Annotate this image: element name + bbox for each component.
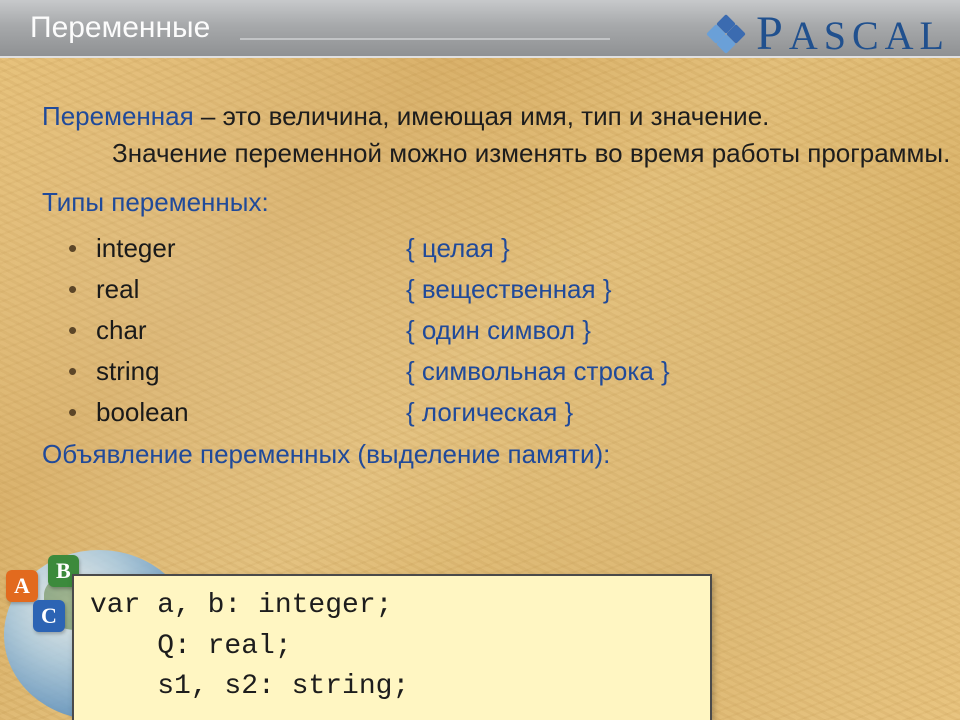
tag-c: C: [33, 600, 65, 632]
types-heading: Типы переменных:: [42, 187, 960, 218]
type-desc: { один символ }: [406, 310, 591, 351]
slide: Переменные PASCAL Переменная – это велич…: [0, 0, 960, 720]
list-item: boolean{ логическая }: [68, 392, 960, 433]
header-divider: [240, 38, 610, 40]
code-line: s1, s2: string;: [90, 671, 409, 702]
type-name: char: [96, 310, 406, 351]
definition-line1: – это величина, имеющая имя, тип и значе…: [194, 101, 770, 131]
definition-paragraph: Переменная – это величина, имеющая имя, …: [42, 100, 960, 169]
list-item: char{ один символ }: [68, 310, 960, 351]
brand: PASCAL: [706, 6, 950, 61]
list-item: real{ вещественная }: [68, 269, 960, 310]
tag-a: A: [6, 570, 38, 602]
types-list: integer{ целая } real{ вещественная } ch…: [68, 228, 960, 433]
type-name: boolean: [96, 392, 406, 433]
list-item: string{ символьная строка }: [68, 351, 960, 392]
type-desc: { вещественная }: [406, 269, 612, 310]
type-desc: { логическая }: [406, 392, 573, 433]
code-line: var a, b: integer;: [90, 590, 392, 621]
definition-line2: Значение переменной можно изменять во вр…: [112, 137, 960, 170]
type-desc: { символьная строка }: [406, 351, 670, 392]
type-name: real: [96, 269, 406, 310]
code-line: Q: real;: [90, 631, 292, 662]
list-item: integer{ целая }: [68, 228, 960, 269]
declaration-heading: Объявление переменных (выделение памяти)…: [42, 439, 960, 470]
type-desc: { целая }: [406, 228, 510, 269]
type-name: integer: [96, 228, 406, 269]
brand-text: PASCAL: [756, 6, 950, 61]
header-bar: Переменные PASCAL: [0, 0, 960, 58]
term: Переменная: [42, 101, 194, 131]
slide-body: Переменная – это величина, имеющая имя, …: [42, 100, 960, 482]
brand-icon: [706, 14, 746, 54]
type-name: string: [96, 351, 406, 392]
code-box: var a, b: integer; Q: real; s1, s2: stri…: [72, 574, 712, 720]
